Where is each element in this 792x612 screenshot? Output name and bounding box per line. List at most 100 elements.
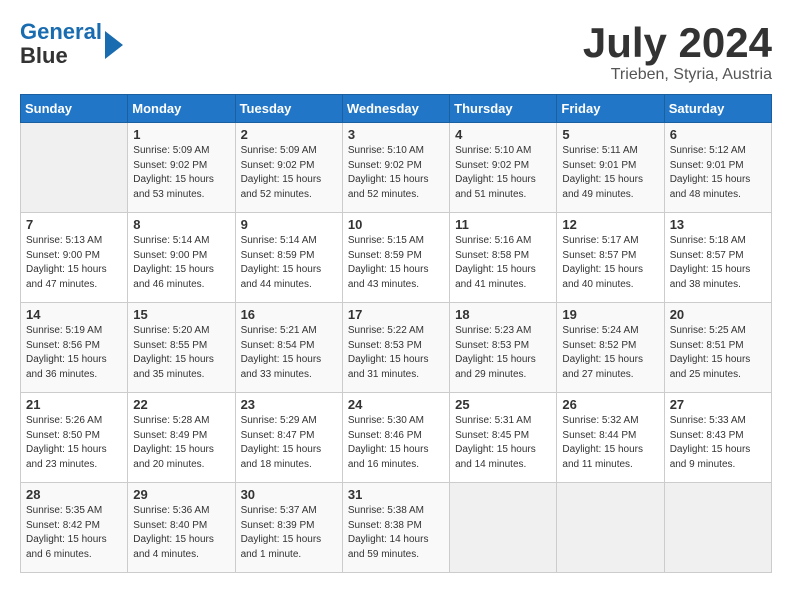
calendar-cell: 13Sunrise: 5:18 AM Sunset: 8:57 PM Dayli… (664, 213, 771, 303)
calendar-cell: 25 Sunrise: 5:31 AM Sunset: 8:45 PM Dayli… (450, 393, 557, 483)
calendar-table: SundayMondayTuesdayWednesdayThursdayFrid… (20, 94, 772, 573)
calendar-cell (557, 483, 664, 573)
day-info: Sunrise: 5:22 AM Sunset: 8:53 PM Dayligh… (348, 324, 444, 382)
header-day-monday: Monday (128, 95, 235, 123)
day-number: 31 (348, 487, 444, 502)
calendar-cell: 9Sunrise: 5:14 AM Sunset: 8:59 PM Daylig… (235, 213, 342, 303)
day-info: Sunrise: 5:28 AM Sunset: 8:49 PM Dayligh… (133, 414, 229, 472)
day-number: 19 (562, 307, 658, 322)
calendar-cell: 1 Sunrise: 5:09 AM Sunset: 9:02 PM Daylig… (128, 123, 235, 213)
day-number: 23 (241, 397, 337, 412)
day-number: 12 (562, 217, 658, 232)
day-info: Sunrise: 5:10 AM Sunset: 9:02 PM Dayligh… (348, 144, 444, 202)
header-day-saturday: Saturday (664, 95, 771, 123)
day-info: Sunrise: 5:33 AM Sunset: 8:43 PM Dayligh… (670, 414, 766, 472)
calendar-week-row: 28 Sunrise: 5:35 AM Sunset: 8:42 PM Dayli… (21, 483, 772, 573)
day-number: 24 (348, 397, 444, 412)
calendar-cell: 30 Sunrise: 5:37 AM Sunset: 8:39 PM Dayli… (235, 483, 342, 573)
calendar-cell: 7Sunrise: 5:13 AM Sunset: 9:00 PM Daylig… (21, 213, 128, 303)
calendar-cell: 15Sunrise: 5:20 AM Sunset: 8:55 PM Dayli… (128, 303, 235, 393)
logo-line1: General (20, 19, 102, 44)
calendar-cell: 8Sunrise: 5:14 AM Sunset: 9:00 PM Daylig… (128, 213, 235, 303)
calendar-cell: 12 Sunrise: 5:17 AM Sunset: 8:57 PM Dayli… (557, 213, 664, 303)
day-info: Sunrise: 5:36 AM Sunset: 8:40 PM Dayligh… (133, 504, 229, 562)
calendar-week-row: 21 Sunrise: 5:26 AM Sunset: 8:50 PM Dayli… (21, 393, 772, 483)
calendar-cell: 26 Sunrise: 5:32 AM Sunset: 8:44 PM Dayli… (557, 393, 664, 483)
calendar-cell: 4 Sunrise: 5:10 AM Sunset: 9:02 PM Daylig… (450, 123, 557, 213)
day-info: Sunrise: 5:23 AM Sunset: 8:53 PM Dayligh… (455, 324, 551, 382)
day-info: Sunrise: 5:21 AM Sunset: 8:54 PM Dayligh… (241, 324, 337, 382)
calendar-cell (450, 483, 557, 573)
day-info: Sunrise: 5:32 AM Sunset: 8:44 PM Dayligh… (562, 414, 658, 472)
day-info: Sunrise: 5:18 AM Sunset: 8:57 PM Dayligh… (670, 234, 766, 292)
calendar-cell: 23 Sunrise: 5:29 AM Sunset: 8:47 PM Dayli… (235, 393, 342, 483)
calendar-cell: 21 Sunrise: 5:26 AM Sunset: 8:50 PM Dayli… (21, 393, 128, 483)
day-info: Sunrise: 5:16 AM Sunset: 8:58 PM Dayligh… (455, 234, 551, 292)
day-info: Sunrise: 5:12 AM Sunset: 9:01 PM Dayligh… (670, 144, 766, 202)
calendar-header-row: SundayMondayTuesdayWednesdayThursdayFrid… (21, 95, 772, 123)
day-number: 1 (133, 127, 229, 142)
page-header: General Blue July 2024 Trieben, Styria, … (20, 20, 772, 84)
calendar-cell: 28 Sunrise: 5:35 AM Sunset: 8:42 PM Dayli… (21, 483, 128, 573)
day-info: Sunrise: 5:14 AM Sunset: 8:59 PM Dayligh… (241, 234, 337, 292)
location: Trieben, Styria, Austria (583, 66, 772, 84)
day-info: Sunrise: 5:09 AM Sunset: 9:02 PM Dayligh… (133, 144, 229, 202)
calendar-cell: 18 Sunrise: 5:23 AM Sunset: 8:53 PM Dayli… (450, 303, 557, 393)
day-number: 26 (562, 397, 658, 412)
day-info: Sunrise: 5:26 AM Sunset: 8:50 PM Dayligh… (26, 414, 122, 472)
day-number: 17 (348, 307, 444, 322)
day-number: 28 (26, 487, 122, 502)
day-info: Sunrise: 5:17 AM Sunset: 8:57 PM Dayligh… (562, 234, 658, 292)
logo-text: General Blue (20, 20, 102, 68)
calendar-cell: 17 Sunrise: 5:22 AM Sunset: 8:53 PM Dayli… (342, 303, 449, 393)
day-info: Sunrise: 5:30 AM Sunset: 8:46 PM Dayligh… (348, 414, 444, 472)
day-info: Sunrise: 5:31 AM Sunset: 8:45 PM Dayligh… (455, 414, 551, 472)
calendar-cell: 14Sunrise: 5:19 AM Sunset: 8:56 PM Dayli… (21, 303, 128, 393)
day-number: 11 (455, 217, 551, 232)
day-info: Sunrise: 5:10 AM Sunset: 9:02 PM Dayligh… (455, 144, 551, 202)
calendar-cell (664, 483, 771, 573)
day-info: Sunrise: 5:25 AM Sunset: 8:51 PM Dayligh… (670, 324, 766, 382)
header-day-sunday: Sunday (21, 95, 128, 123)
calendar-cell: 16 Sunrise: 5:21 AM Sunset: 8:54 PM Dayli… (235, 303, 342, 393)
day-number: 16 (241, 307, 337, 322)
calendar-cell: 31 Sunrise: 5:38 AM Sunset: 8:38 PM Dayli… (342, 483, 449, 573)
day-info: Sunrise: 5:24 AM Sunset: 8:52 PM Dayligh… (562, 324, 658, 382)
calendar-cell: 3 Sunrise: 5:10 AM Sunset: 9:02 PM Daylig… (342, 123, 449, 213)
day-number: 4 (455, 127, 551, 142)
calendar-cell: 20 Sunrise: 5:25 AM Sunset: 8:51 PM Dayli… (664, 303, 771, 393)
header-day-tuesday: Tuesday (235, 95, 342, 123)
day-number: 7 (26, 217, 122, 232)
calendar-cell: 2Sunrise: 5:09 AM Sunset: 9:02 PM Daylig… (235, 123, 342, 213)
logo-arrow-icon (105, 31, 123, 59)
calendar-week-row: 7Sunrise: 5:13 AM Sunset: 9:00 PM Daylig… (21, 213, 772, 303)
month-title: July 2024 (583, 20, 772, 66)
day-number: 5 (562, 127, 658, 142)
day-info: Sunrise: 5:29 AM Sunset: 8:47 PM Dayligh… (241, 414, 337, 472)
header-day-thursday: Thursday (450, 95, 557, 123)
day-number: 2 (241, 127, 337, 142)
day-info: Sunrise: 5:38 AM Sunset: 8:38 PM Dayligh… (348, 504, 444, 562)
day-info: Sunrise: 5:35 AM Sunset: 8:42 PM Dayligh… (26, 504, 122, 562)
calendar-cell: 29 Sunrise: 5:36 AM Sunset: 8:40 PM Dayli… (128, 483, 235, 573)
calendar-cell: 6Sunrise: 5:12 AM Sunset: 9:01 PM Daylig… (664, 123, 771, 213)
day-number: 25 (455, 397, 551, 412)
day-number: 29 (133, 487, 229, 502)
day-info: Sunrise: 5:14 AM Sunset: 9:00 PM Dayligh… (133, 234, 229, 292)
calendar-body: 1 Sunrise: 5:09 AM Sunset: 9:02 PM Daylig… (21, 123, 772, 573)
calendar-cell: 27Sunrise: 5:33 AM Sunset: 8:43 PM Dayli… (664, 393, 771, 483)
calendar-cell: 19 Sunrise: 5:24 AM Sunset: 8:52 PM Dayli… (557, 303, 664, 393)
calendar-week-row: 1 Sunrise: 5:09 AM Sunset: 9:02 PM Daylig… (21, 123, 772, 213)
calendar-cell: 22Sunrise: 5:28 AM Sunset: 8:49 PM Dayli… (128, 393, 235, 483)
calendar-cell: 11 Sunrise: 5:16 AM Sunset: 8:58 PM Dayli… (450, 213, 557, 303)
day-number: 14 (26, 307, 122, 322)
calendar-week-row: 14Sunrise: 5:19 AM Sunset: 8:56 PM Dayli… (21, 303, 772, 393)
logo-line2: Blue (20, 43, 68, 68)
day-number: 30 (241, 487, 337, 502)
day-number: 20 (670, 307, 766, 322)
day-number: 18 (455, 307, 551, 322)
header-day-friday: Friday (557, 95, 664, 123)
day-number: 21 (26, 397, 122, 412)
day-info: Sunrise: 5:37 AM Sunset: 8:39 PM Dayligh… (241, 504, 337, 562)
day-number: 3 (348, 127, 444, 142)
